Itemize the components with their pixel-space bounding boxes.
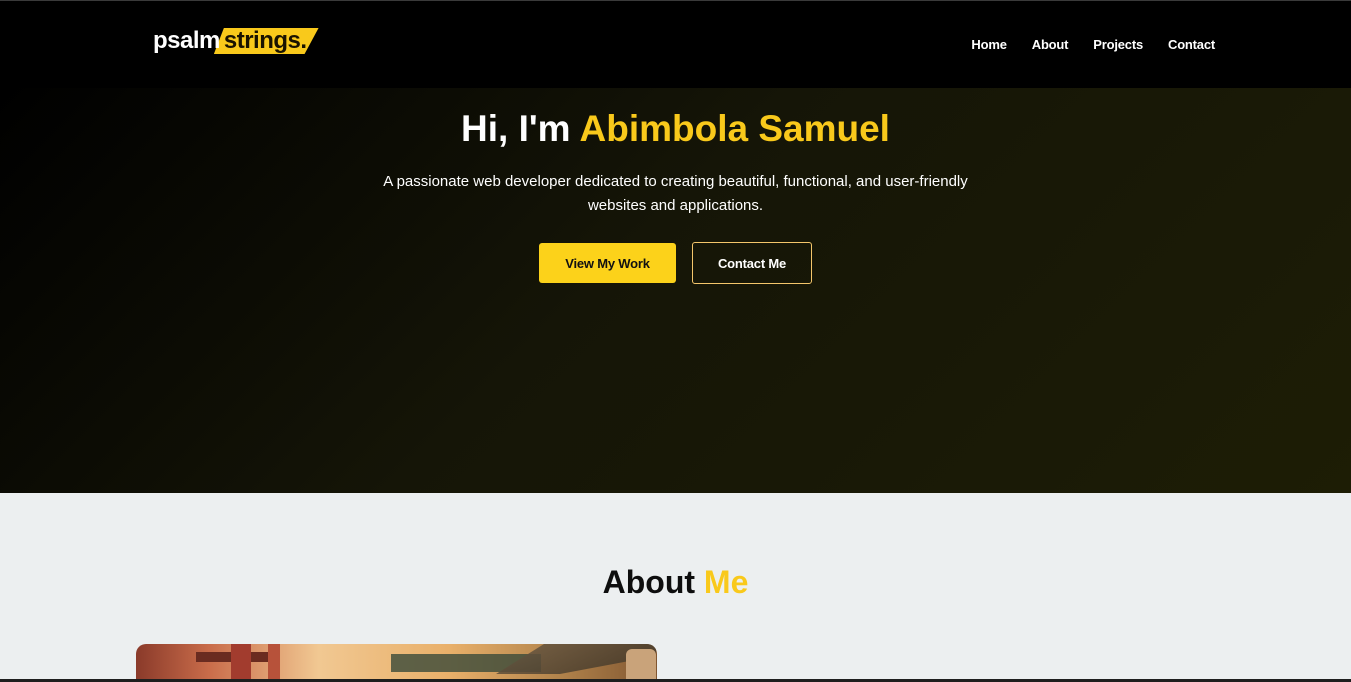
contact-me-button[interactable]: Contact Me [692, 242, 812, 284]
photo-detail [626, 649, 656, 682]
hero-title-greeting: Hi, I'm [461, 108, 580, 149]
view-my-work-button[interactable]: View My Work [539, 243, 676, 283]
logo-text-psalm: psalm [153, 27, 220, 54]
page: psalm strings. Home About Projects Conta… [0, 0, 1351, 682]
about-title-accent: Me [703, 564, 749, 600]
hero-subtitle: A passionate web developer dedicated to … [383, 173, 968, 214]
main-nav: Home About Projects Contact [971, 37, 1215, 53]
logo-badge: strings. [220, 28, 319, 54]
about-title-prefix: About [602, 564, 704, 600]
site-header: psalm strings. Home About Projects Conta… [0, 0, 1351, 88]
nav-link-contact[interactable]: Contact [1168, 37, 1215, 53]
logo-text-strings: strings. [223, 27, 307, 54]
nav-link-projects[interactable]: Projects [1093, 37, 1143, 53]
photo-detail [268, 644, 280, 682]
about-photo [136, 644, 657, 682]
hero-title-name: Abimbola Samuel [579, 108, 890, 149]
nav-link-about[interactable]: About [1032, 37, 1069, 53]
nav-link-home[interactable]: Home [971, 37, 1007, 53]
photo-detail [231, 644, 251, 682]
about-section: About Me [0, 493, 1351, 682]
hero-section: Hi, I'm Abimbola Samuel A passionate web… [0, 88, 1351, 493]
logo[interactable]: psalm strings. [153, 27, 319, 55]
about-title: About Me [0, 563, 1351, 601]
hero-title: Hi, I'm Abimbola Samuel [0, 108, 1351, 150]
